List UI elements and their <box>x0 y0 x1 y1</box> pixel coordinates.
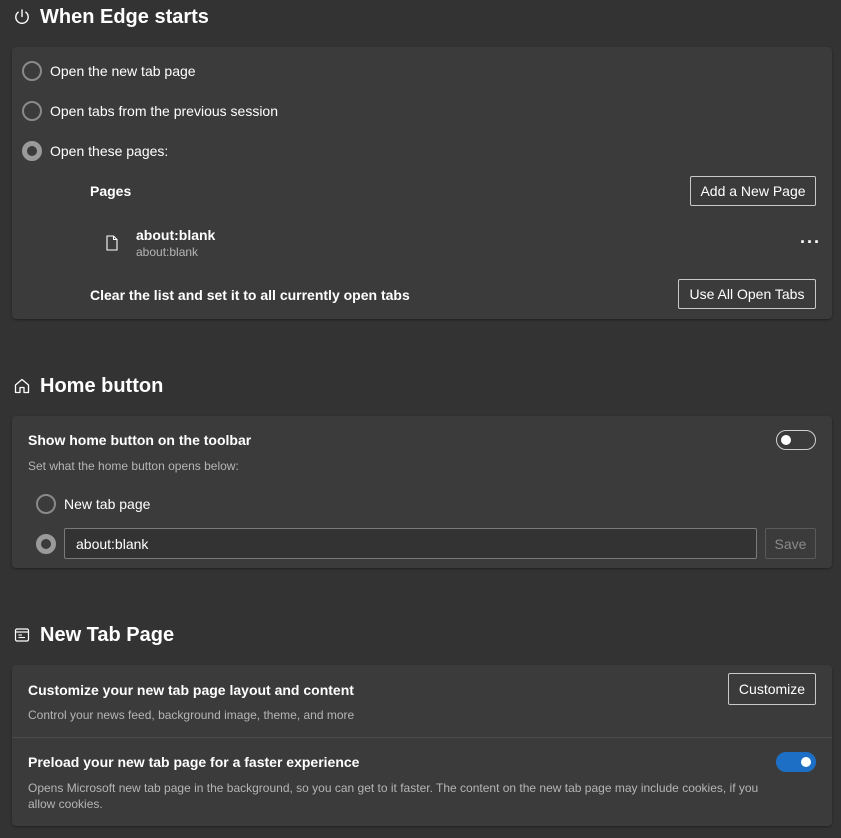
section-header-home: Home button <box>12 371 163 401</box>
newtab-card: Customize your new tab page layout and c… <box>12 665 832 826</box>
use-all-open-tabs-button[interactable]: Use All Open Tabs <box>678 279 816 309</box>
customize-label: Customize your new tab page layout and c… <box>28 682 354 698</box>
section-title-newtab: New Tab Page <box>40 623 175 646</box>
page-file-icon <box>106 235 118 256</box>
page-entry-title: about:blank <box>136 227 216 243</box>
startup-option-label: Open tabs from the previous session <box>50 103 279 119</box>
customize-desc: Control your news feed, background image… <box>28 708 355 722</box>
radio-previous-session[interactable] <box>22 101 42 121</box>
show-home-label: Show home button on the toolbar <box>28 432 252 448</box>
preload-toggle[interactable] <box>776 752 816 772</box>
add-new-page-button[interactable]: Add a New Page <box>690 176 816 206</box>
card-divider <box>12 737 832 738</box>
more-options-icon[interactable]: ··· <box>800 233 821 251</box>
customize-button[interactable]: Customize <box>728 673 816 705</box>
startup-option-label: Open the new tab page <box>50 63 196 79</box>
save-button[interactable]: Save <box>765 528 816 559</box>
page-entry-url: about:blank <box>136 245 199 259</box>
section-header-newtab: New Tab Page <box>12 620 174 650</box>
toggle-knob <box>781 435 791 445</box>
startup-option-label: Open these pages: <box>50 143 169 159</box>
home-desc: Set what the home button opens below: <box>28 459 239 473</box>
radio-home-newtab[interactable] <box>36 494 56 514</box>
startup-card: Open the new tab page Open tabs from the… <box>12 47 832 319</box>
section-title-startup: When Edge starts <box>40 5 209 28</box>
power-icon <box>12 7 32 27</box>
preload-desc-line1: Opens Microsoft new tab page in the back… <box>28 781 759 795</box>
radio-these-pages[interactable] <box>22 141 42 161</box>
preload-desc-line2: allow cookies. <box>28 797 103 811</box>
home-icon <box>12 376 32 396</box>
preload-label: Preload your new tab page for a faster e… <box>28 754 360 770</box>
section-title-home: Home button <box>40 374 164 397</box>
clear-list-label: Clear the list and set it to all current… <box>90 287 410 303</box>
section-header-startup: When Edge starts <box>12 2 209 32</box>
newtab-page-icon <box>12 625 32 645</box>
radio-home-url[interactable] <box>36 534 56 554</box>
home-option-newtab-label: New tab page <box>64 496 151 512</box>
home-card: Show home button on the toolbar Set what… <box>12 416 832 568</box>
toggle-knob <box>801 757 811 767</box>
pages-header: Pages <box>90 183 132 199</box>
show-home-toggle[interactable] <box>776 430 816 450</box>
radio-newtab[interactable] <box>22 61 42 81</box>
home-url-input[interactable] <box>64 528 757 559</box>
